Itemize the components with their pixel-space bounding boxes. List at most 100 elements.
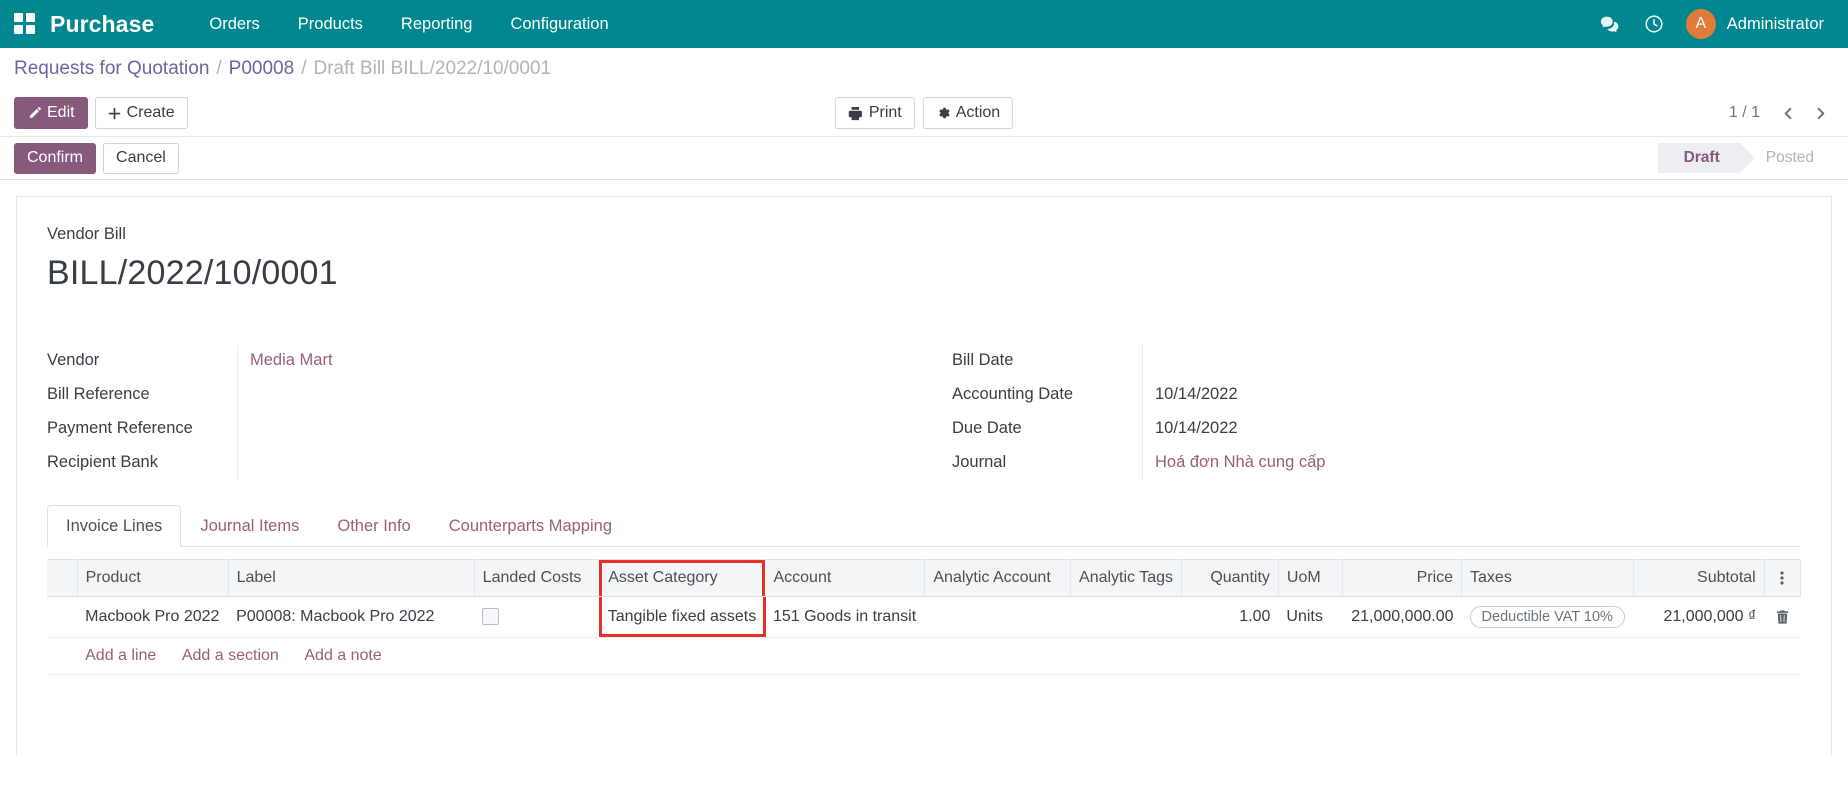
user-menu[interactable]: A Administrator	[1676, 9, 1830, 39]
field-journal: Journal Hoá đơn Nhà cung cấp	[952, 447, 1777, 481]
column-taxes[interactable]: Taxes	[1461, 559, 1635, 597]
cell-label[interactable]: P00008: Macbook Pro 2022	[228, 596, 475, 638]
cell-taxes[interactable]: Deductible VAT 10%	[1461, 596, 1634, 638]
field-payment-reference-label: Payment Reference	[47, 419, 193, 437]
field-recipient-bank: Recipient Bank	[47, 447, 900, 481]
field-payment-reference: Payment Reference	[47, 413, 900, 447]
column-account[interactable]: Account	[764, 559, 926, 597]
column-analytic-tags[interactable]: Analytic Tags	[1070, 559, 1183, 597]
row-drag-handle[interactable]	[47, 596, 78, 638]
add-row-spacer	[47, 637, 78, 675]
menu-configuration[interactable]: Configuration	[491, 0, 627, 48]
tab-other-info[interactable]: Other Info	[318, 505, 429, 547]
cell-asset-category-value: Tangible fixed assets	[607, 608, 757, 625]
add-a-line-link[interactable]: Add a line	[85, 647, 156, 664]
landed-costs-checkbox[interactable]	[482, 608, 500, 626]
cell-asset-category[interactable]: Tangible fixed assets	[598, 596, 766, 638]
field-bill-reference: Bill Reference	[47, 379, 900, 413]
column-optional-toggle[interactable]	[1764, 559, 1802, 597]
field-vendor-label: Vendor	[47, 351, 100, 369]
add-a-section-link[interactable]: Add a section	[182, 647, 279, 664]
statusbar: Confirm Cancel Draft Posted	[0, 136, 1848, 180]
breadcrumb-item-current: Draft Bill BILL/2022/10/0001	[313, 58, 552, 79]
field-accounting-date-value[interactable]: 10/14/2022	[1142, 379, 1777, 413]
tab-journal-items[interactable]: Journal Items	[181, 505, 318, 547]
cell-delete[interactable]	[1764, 596, 1801, 638]
form-subtitle-label: Vendor Bill	[47, 225, 126, 243]
navbar-right-group: A Administrator	[1588, 0, 1830, 48]
confirm-button[interactable]: Confirm	[14, 142, 97, 174]
status-badge: Deductible VAT 10%	[1469, 606, 1625, 628]
field-bill-date-label: Bill Date	[952, 351, 1014, 369]
chevron-right-icon[interactable]	[1806, 99, 1834, 127]
breadcrumb-item-p00008[interactable]: P00008	[229, 58, 295, 80]
create-button[interactable]: Create	[94, 97, 188, 129]
cell-product[interactable]: Macbook Pro 2022	[77, 596, 229, 638]
breadcrumb-separator: /	[301, 58, 307, 79]
app-brand-purchase[interactable]: Purchase	[50, 11, 154, 38]
pager: 1 / 1	[1729, 99, 1834, 127]
column-subtotal[interactable]: Subtotal	[1633, 559, 1765, 597]
status-step-draft[interactable]: Draft	[1657, 143, 1755, 173]
gear-icon	[936, 106, 950, 120]
add-row-links: Add a line Add a section Add a note	[77, 637, 1801, 675]
column-asset-category[interactable]: Asset Category	[599, 559, 766, 597]
menu-reporting[interactable]: Reporting	[382, 0, 492, 48]
field-bill-date-value[interactable]	[1142, 345, 1777, 379]
column-label[interactable]: Label	[228, 559, 475, 597]
breadcrumb: Requests for Quotation / P00008 / Draft …	[0, 48, 1848, 90]
pager-value[interactable]: 1 / 1	[1729, 104, 1770, 122]
tab-counterparts-mapping[interactable]: Counterparts Mapping	[430, 505, 631, 547]
field-journal-value[interactable]: Hoá đơn Nhà cung cấp	[1142, 447, 1777, 481]
menu-products[interactable]: Products	[279, 0, 382, 48]
print-button[interactable]: Print	[834, 97, 915, 129]
field-vendor-value[interactable]: Media Mart	[237, 345, 900, 379]
field-recipient-bank-value[interactable]	[237, 447, 900, 481]
field-vendor: Vendor Media Mart	[47, 345, 900, 379]
form-column-right: Bill Date Accounting Date 10/14/2022 Due…	[924, 345, 1801, 481]
form-sheet-wrapper: Vendor Bill BILL/2022/10/0001 Vendor Med…	[0, 180, 1848, 756]
cell-quantity[interactable]: 1.00	[1181, 596, 1279, 638]
clock-icon[interactable]	[1632, 0, 1676, 48]
column-drag-handle	[47, 559, 78, 597]
field-bill-reference-value[interactable]	[237, 379, 900, 413]
chevron-left-icon[interactable]	[1774, 99, 1802, 127]
menu-orders[interactable]: Orders	[190, 0, 278, 48]
record-actions-group: Edit Create	[14, 97, 188, 129]
trash-icon[interactable]	[1772, 609, 1792, 625]
cell-analytic-tags[interactable]	[1070, 596, 1182, 638]
column-uom[interactable]: UoM	[1278, 559, 1344, 597]
edit-button[interactable]: Edit	[14, 97, 88, 129]
field-due-date: Due Date 10/14/2022	[952, 413, 1777, 447]
cell-uom[interactable]: Units	[1278, 596, 1343, 638]
vertical-dots-icon[interactable]	[1773, 570, 1792, 586]
add-a-note-link[interactable]: Add a note	[304, 647, 381, 664]
field-accounting-date: Accounting Date 10/14/2022	[952, 379, 1777, 413]
column-price[interactable]: Price	[1342, 559, 1463, 597]
tab-invoice-lines[interactable]: Invoice Lines	[47, 505, 182, 547]
action-button[interactable]: Action	[922, 97, 1014, 129]
cell-landed-costs[interactable]	[474, 596, 600, 638]
add-line-row: Add a line Add a section Add a note	[47, 637, 1801, 675]
column-analytic-account[interactable]: Analytic Account	[924, 559, 1072, 597]
chat-bubble-icon[interactable]	[1588, 0, 1632, 48]
form-sheet: Vendor Bill BILL/2022/10/0001 Vendor Med…	[16, 196, 1832, 756]
form-column-left: Vendor Media Mart Bill Reference Payment…	[47, 345, 924, 481]
field-payment-reference-value[interactable]	[237, 413, 900, 447]
cell-price[interactable]: 21,000,000.00	[1342, 596, 1462, 638]
cell-subtotal: 21,000,000 ₫	[1633, 596, 1765, 638]
field-due-date-value[interactable]: 10/14/2022	[1142, 413, 1777, 447]
print-button-label: Print	[868, 104, 902, 121]
table-row[interactable]: Macbook Pro 2022 P00008: Macbook Pro 202…	[47, 596, 1801, 638]
cell-account[interactable]: 151 Goods in transit	[764, 596, 925, 638]
column-landed-costs[interactable]: Landed Costs	[474, 559, 601, 597]
print-action-group: Print Action	[834, 97, 1014, 129]
apps-grid-icon[interactable]	[14, 13, 36, 35]
column-product[interactable]: Product	[77, 559, 229, 597]
cancel-button[interactable]: Cancel	[103, 142, 179, 174]
printer-icon	[848, 106, 863, 121]
cell-analytic-account[interactable]	[924, 596, 1071, 638]
column-quantity[interactable]: Quantity	[1181, 559, 1279, 597]
breadcrumb-item-requests-for-quotation[interactable]: Requests for Quotation	[14, 58, 209, 80]
field-bill-date: Bill Date	[952, 345, 1777, 379]
